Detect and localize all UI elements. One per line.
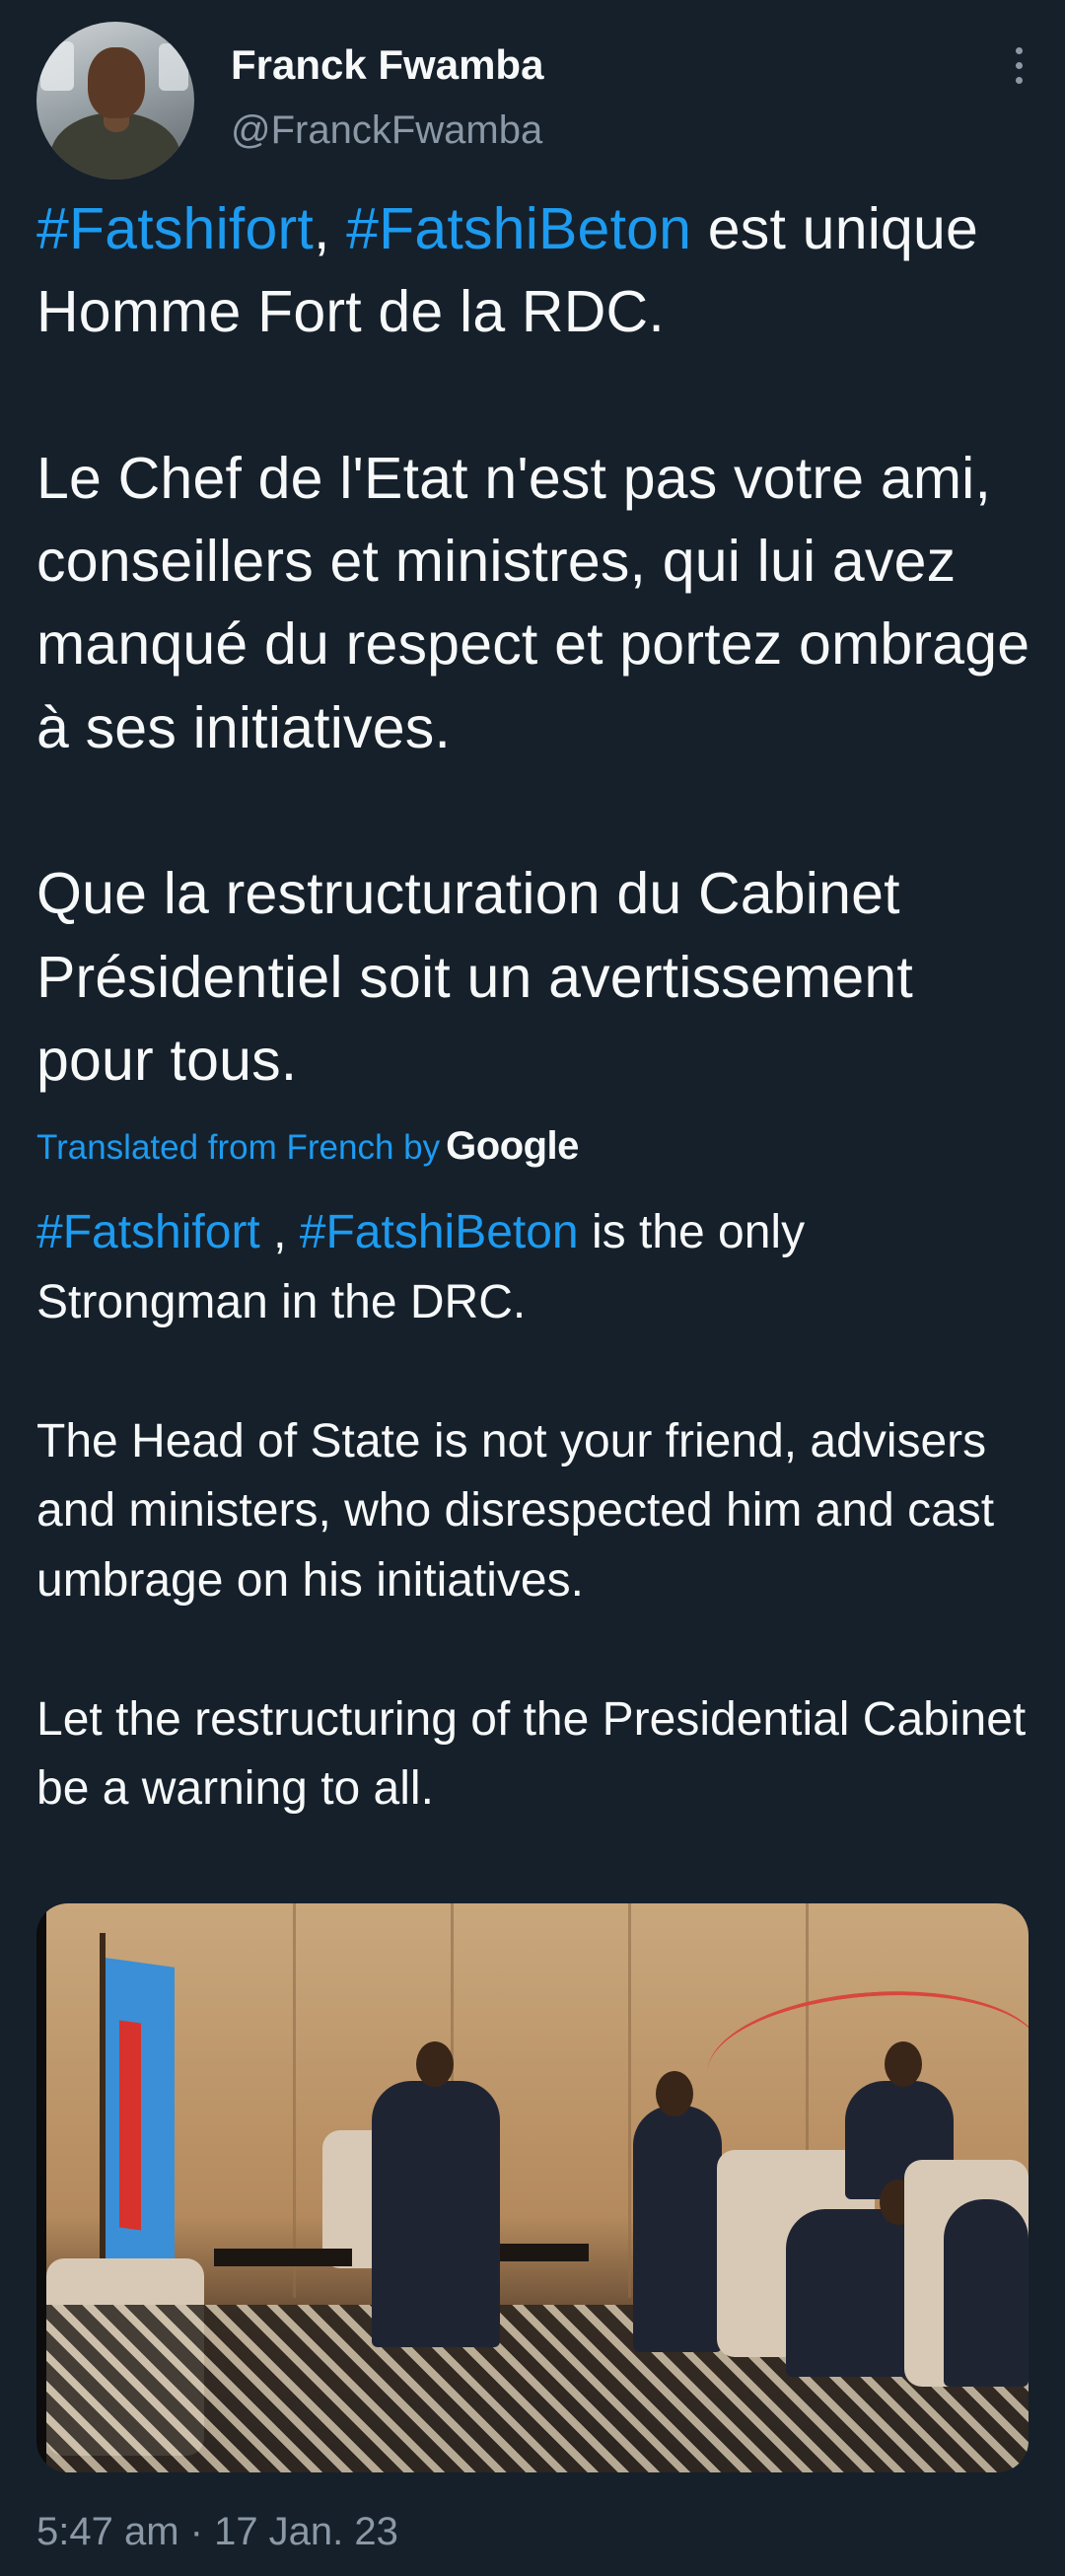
tweet-paragraph: Que la restructuration du Cabinet Présid… — [36, 861, 930, 1093]
tweet-header: Franck Fwamba @FranckFwamba — [36, 22, 1029, 179]
author-name[interactable]: Franck Fwamba — [231, 41, 543, 89]
tweet-paragraph: Let the restructuring of the Presidentia… — [36, 1692, 1039, 1816]
hashtag-link[interactable]: #FatshiBeton — [346, 196, 691, 261]
tweet-paragraph: The Head of State is not your friend, ad… — [36, 1414, 1008, 1607]
tweet-paragraph: Le Chef de l'Etat n'est pas votre ami, c… — [36, 445, 1046, 760]
separator-text: , — [259, 1206, 300, 1258]
tweet-timestamp[interactable]: 5:47 am · 17 Jan. 23 — [36, 2510, 398, 2554]
avatar[interactable] — [36, 22, 194, 179]
hashtag-link[interactable]: #FatshiBeton — [300, 1206, 579, 1258]
more-vertical-icon[interactable] — [1009, 47, 1029, 97]
translation-attribution[interactable]: Translated from French by Google — [36, 1124, 579, 1169]
tweet-media-image[interactable] — [36, 1903, 1029, 2472]
google-logo: Google — [446, 1124, 579, 1168]
author-handle[interactable]: @FranckFwamba — [231, 108, 542, 153]
translation-label: Translated from French by — [36, 1128, 441, 1167]
tweet-text-original: #Fatshifort, #FatshiBeton est unique Hom… — [36, 187, 1032, 1102]
tweet-text-translated: #Fatshifort , #FatshiBeton is the only S… — [36, 1198, 1032, 1825]
separator-text: , — [313, 196, 347, 261]
hashtag-link[interactable]: #Fatshifort — [36, 1206, 260, 1258]
hashtag-link[interactable]: #Fatshifort — [36, 196, 314, 261]
